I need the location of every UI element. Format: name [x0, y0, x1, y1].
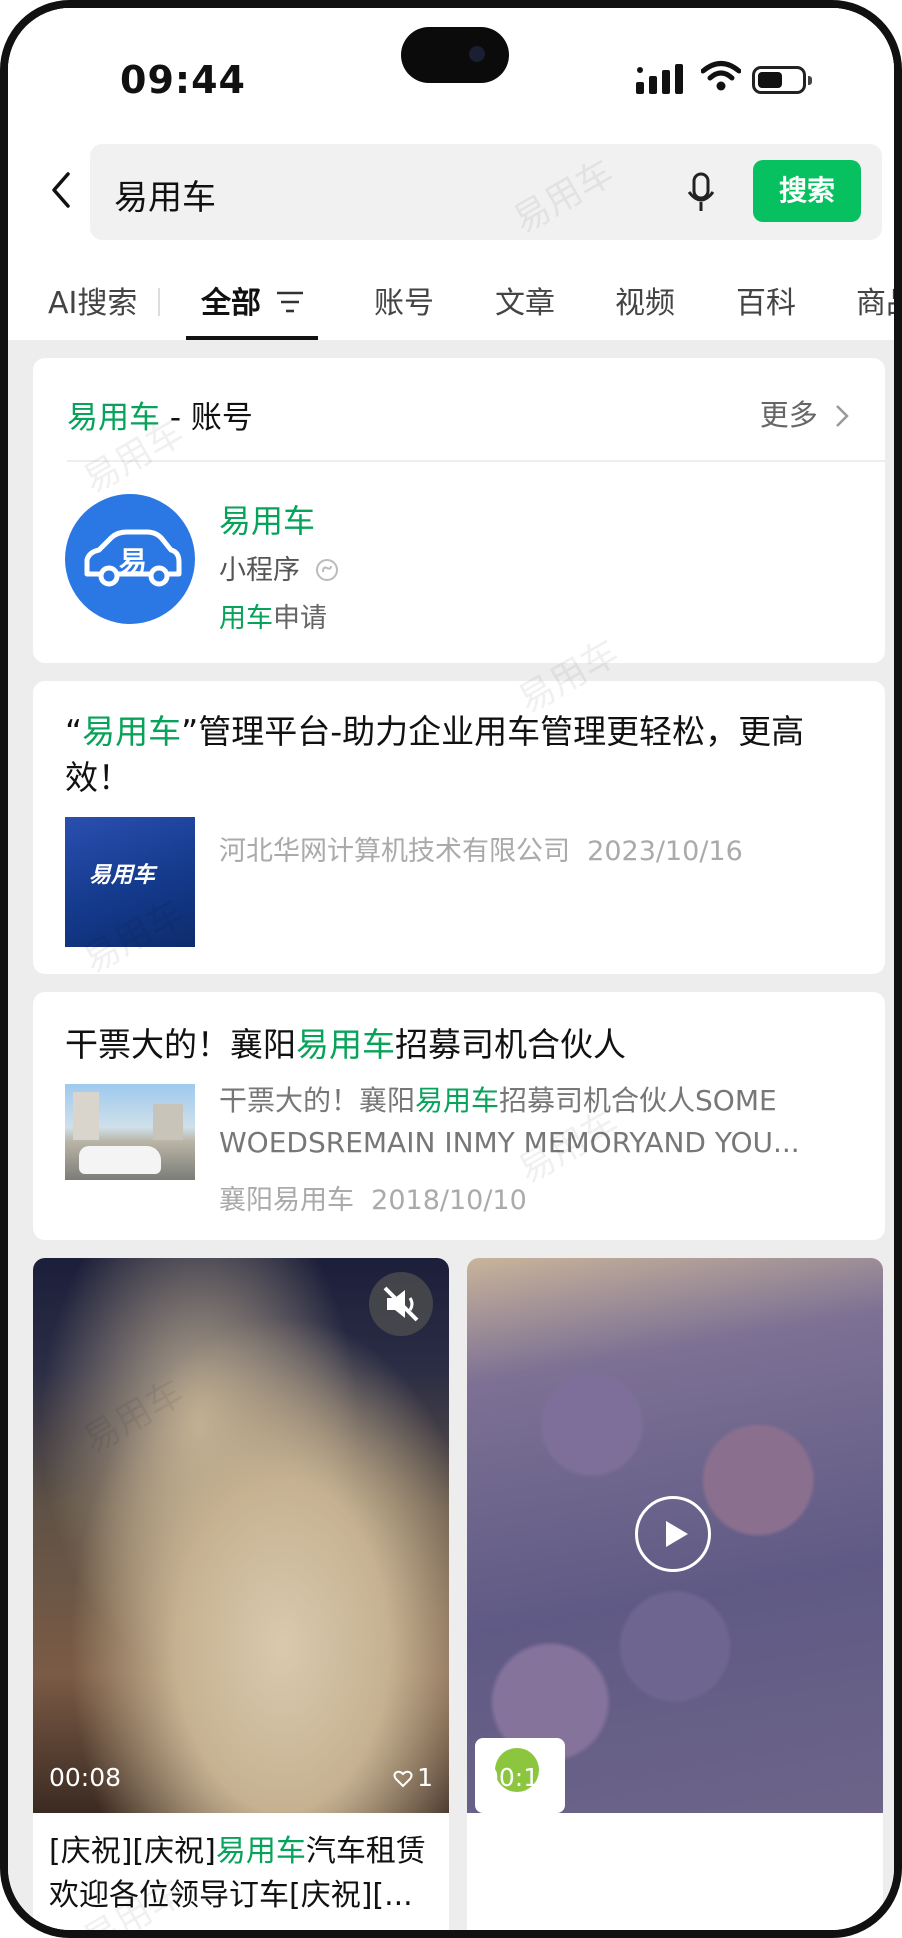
wifi-icon: [701, 61, 741, 91]
tab-accounts[interactable]: 账号: [374, 278, 434, 322]
account-type: 小程序: [219, 548, 339, 587]
tab-articles[interactable]: 文章: [495, 278, 555, 322]
article-thumbnail: [65, 1084, 195, 1180]
microphone-icon[interactable]: [686, 172, 716, 214]
tab-ai-search[interactable]: AI搜索: [48, 278, 137, 322]
back-arrow-icon[interactable]: [46, 170, 76, 210]
article-meta: 襄阳易用车 2018/10/10: [219, 1185, 527, 1216]
camera-icon: [469, 46, 485, 62]
article-card[interactable]: 干票大的！襄阳易用车招募司机合伙人 干票大的！襄阳易用车招募司机合伙人SOME …: [33, 992, 885, 1240]
search-input[interactable]: 易用车 搜索: [90, 144, 882, 240]
account-card: 易用车 - 账号 更多 易 易用车 小程序 用车申请: [33, 358, 885, 663]
tab-encyclopedia[interactable]: 百科: [736, 278, 796, 322]
screen: 09:44 易用车 搜索 AI搜索 全部 账号 文章 视频 百科 商 易用车 -…: [8, 8, 894, 1930]
search-query: 易用车: [114, 178, 216, 218]
heart-icon: [393, 1770, 413, 1788]
mute-icon[interactable]: [369, 1272, 433, 1336]
article-title[interactable]: 干票大的！襄阳易用车招募司机合伙人: [65, 1022, 849, 1068]
video-duration: 00:18: [483, 1763, 556, 1792]
video-card[interactable]: 00:08 1 [庆祝][庆祝]易用车汽车租赁欢迎各位领导订车[庆祝][...: [33, 1258, 449, 1930]
active-tab-indicator: [186, 336, 318, 340]
video-card[interactable]: 00:18: [467, 1258, 883, 1930]
status-time: 09:44: [120, 58, 246, 102]
chevron-right-icon: [836, 405, 849, 427]
tab-all[interactable]: 全部: [201, 278, 261, 322]
phone-frame: 09:44 易用车 搜索 AI搜索 全部 账号 文章 视频 百科 商 易用车 -…: [0, 0, 902, 1938]
filter-icon[interactable]: [276, 290, 304, 314]
car-logo-icon: 易: [84, 529, 182, 587]
battery-icon: [752, 66, 812, 94]
video-likes: 1: [393, 1763, 433, 1792]
account-name[interactable]: 易用车: [219, 496, 315, 542]
divider: [67, 460, 885, 462]
avatar[interactable]: 易: [65, 494, 195, 624]
signal-icon: [636, 64, 683, 94]
search-button[interactable]: 搜索: [753, 160, 861, 222]
video-duration: 00:08: [49, 1763, 122, 1792]
video-thumbnail[interactable]: [33, 1258, 449, 1813]
tab-bar: AI搜索 全部 账号 文章 视频 百科 商品: [8, 266, 894, 340]
account-description: 用车申请: [219, 603, 327, 634]
svg-text:易: 易: [119, 545, 147, 578]
tab-products[interactable]: 商品: [856, 278, 894, 322]
play-icon[interactable]: [635, 1496, 711, 1572]
tab-videos[interactable]: 视频: [615, 278, 675, 322]
article-title[interactable]: “易用车”管理平台-助力企业用车管理更轻松，更高效！: [65, 709, 849, 801]
mini-program-icon: [315, 559, 338, 581]
dynamic-island: [401, 27, 509, 83]
article-meta: 河北华网计算机技术有限公司 2023/10/16: [219, 836, 743, 867]
tab-divider: [158, 288, 160, 316]
more-link[interactable]: 更多: [760, 392, 851, 434]
